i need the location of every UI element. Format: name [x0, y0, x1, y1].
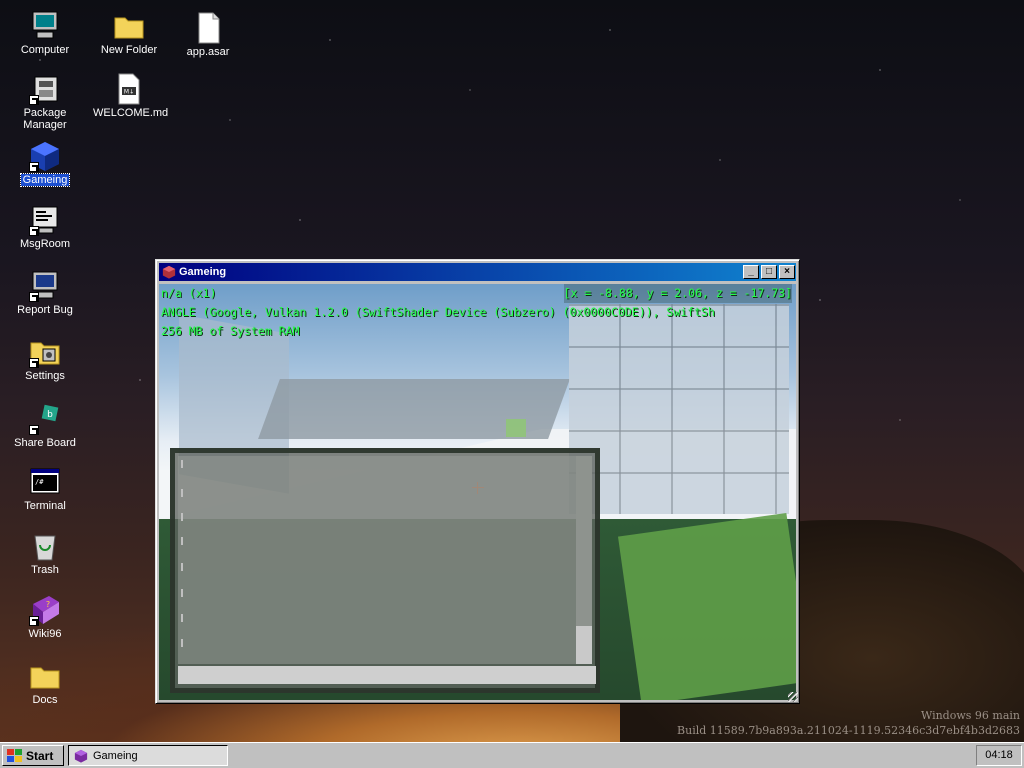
console-line-marker	[181, 460, 183, 468]
start-label: Start	[26, 749, 54, 763]
svg-text:?: ?	[46, 600, 50, 609]
shortcut-arrow-icon	[29, 95, 39, 105]
shortcut-arrow-icon	[29, 425, 39, 435]
console-line-marker	[181, 614, 183, 622]
desktop-icon-welcome-md[interactable]: M↓ WELCOME.md	[91, 73, 168, 119]
game-console[interactable]	[170, 448, 600, 693]
system-clock[interactable]: 04:18	[976, 745, 1022, 766]
hud-renderer: ANGLE (Google, Vulkan 1.2.0 (SwiftShader…	[161, 305, 715, 319]
terminal-icon: /#	[29, 466, 61, 498]
markdown-file-icon: M↓	[113, 73, 145, 105]
svg-text:b: b	[47, 410, 53, 420]
shortcut-arrow-icon	[29, 226, 39, 236]
gameing-window[interactable]: Gameing _ □ × n/a (x1) ANGLE (Google, Vu…	[155, 259, 800, 704]
hud-ram: 256 MB of System RAM	[161, 324, 300, 338]
svg-text:M↓: M↓	[124, 89, 134, 96]
desktop-icon-wiki96[interactable]: ? Wiki96	[7, 594, 83, 640]
desktop-icon-settings[interactable]: Settings	[7, 336, 83, 382]
desktop-icon-computer[interactable]: Computer	[7, 10, 83, 56]
maximize-button[interactable]: □	[761, 265, 777, 279]
package-manager-icon	[29, 73, 61, 105]
taskbar-item-gameing[interactable]: Gameing	[68, 745, 228, 766]
minimize-button[interactable]: _	[743, 265, 759, 279]
gameing-icon	[29, 140, 61, 172]
console-line-marker	[181, 489, 183, 497]
shortcut-arrow-icon	[29, 162, 39, 172]
desktop-icon-new-folder[interactable]: New Folder	[91, 10, 167, 56]
folder-icon	[29, 660, 61, 692]
console-line-marker	[181, 513, 183, 521]
taskbar-item-label: Gameing	[93, 750, 138, 762]
watermark-line-2: Build 11589.7b9a893a.211024-1119.52346c3…	[677, 724, 1020, 737]
console-line-marker	[181, 537, 183, 545]
resize-grip[interactable]	[788, 692, 798, 702]
desktop-icon-terminal[interactable]: /# Terminal	[7, 466, 83, 512]
msgroom-icon	[29, 204, 61, 236]
start-button[interactable]: Start	[2, 745, 64, 766]
console-line-marker	[181, 589, 183, 597]
shortcut-arrow-icon	[29, 292, 39, 302]
close-button[interactable]: ×	[779, 265, 795, 279]
desktop-icon-app-asar[interactable]: app.asar	[170, 12, 246, 58]
folder-icon	[113, 10, 145, 42]
console-line-marker	[181, 563, 183, 571]
console-scrollbar-thumb[interactable]	[576, 456, 592, 626]
shortcut-arrow-icon	[29, 616, 39, 626]
share-board-icon: b	[29, 403, 61, 435]
desktop-icon-package-manager[interactable]: Package Manager	[7, 73, 83, 131]
window-title: Gameing	[179, 266, 227, 278]
report-bug-icon	[29, 270, 61, 302]
gameing-icon	[162, 265, 176, 279]
trash-icon	[29, 530, 61, 562]
desktop-icon-trash[interactable]: Trash	[7, 530, 83, 576]
scene-green-cube	[617, 512, 796, 700]
window-titlebar[interactable]: Gameing _ □ ×	[159, 263, 796, 281]
hud-coordinates: [x = -8.88, y = 2.06, z = -17.73]	[563, 284, 792, 303]
scene-small-cube	[506, 419, 526, 437]
crosshair-icon	[472, 482, 484, 494]
build-watermark: Windows 96 main Build 11589.7b9a893a.211…	[677, 708, 1020, 738]
game-viewport[interactable]: n/a (x1) ANGLE (Google, Vulkan 1.2.0 (Sw…	[159, 284, 796, 700]
wiki-book-icon: ?	[29, 594, 61, 626]
watermark-line-1: Windows 96 main	[920, 709, 1020, 722]
console-log	[178, 456, 580, 664]
settings-icon	[29, 336, 61, 368]
file-icon	[192, 12, 224, 44]
shortcut-arrow-icon	[29, 358, 39, 368]
desktop-icon-msgroom[interactable]: MsgRoom	[7, 204, 83, 250]
desktop-icon-gameing[interactable]: Gameing	[7, 140, 83, 187]
windows-logo-icon	[7, 749, 22, 762]
desktop-icon-docs[interactable]: Docs	[7, 660, 83, 706]
svg-text:/#: /#	[35, 478, 44, 486]
desktop-icon-share-board[interactable]: b Share Board	[7, 403, 83, 449]
console-line-marker	[181, 639, 183, 647]
console-input[interactable]	[178, 666, 596, 684]
gameing-icon	[74, 749, 88, 763]
taskbar: Start Gameing 04:18	[0, 742, 1024, 768]
desktop-icon-report-bug[interactable]: Report Bug	[7, 270, 83, 316]
computer-icon	[29, 10, 61, 42]
console-scrollbar[interactable]	[576, 456, 592, 664]
